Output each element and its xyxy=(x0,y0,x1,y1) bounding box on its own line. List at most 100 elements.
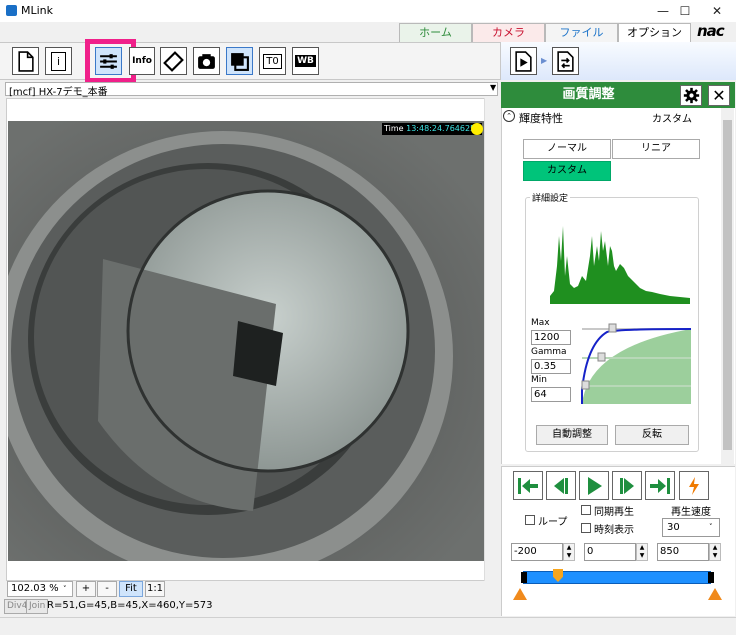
info-text-icon: Info xyxy=(132,56,152,66)
range-end-handle[interactable] xyxy=(708,588,722,600)
tab-home[interactable]: ホーム xyxy=(399,23,472,42)
step-back-button[interactable] xyxy=(546,471,576,500)
step-back-icon xyxy=(554,477,568,494)
info-button[interactable]: i xyxy=(45,47,72,75)
close-icon[interactable]: ✕ xyxy=(700,0,734,22)
max-input[interactable]: 1200 xyxy=(531,330,571,345)
info-icon: i xyxy=(50,51,67,71)
viewer-scrollbar[interactable] xyxy=(484,98,496,581)
tab-camera[interactable]: カメラ xyxy=(472,23,545,42)
app-icon xyxy=(6,5,17,16)
tab-file[interactable]: ファイル xyxy=(545,23,618,42)
speed-value: 30 xyxy=(667,522,680,533)
timeline-end-marker[interactable] xyxy=(708,572,714,583)
mode-custom-button[interactable]: カスタム xyxy=(523,161,611,181)
go-to-end-button[interactable] xyxy=(645,471,675,500)
min-input[interactable]: 64 xyxy=(531,387,571,402)
auto-adjust-button[interactable]: 自動調整 xyxy=(536,425,608,445)
play-button[interactable] xyxy=(579,471,609,500)
skip-start-icon xyxy=(518,477,538,494)
timeline-bar[interactable] xyxy=(523,571,711,584)
skip-end-icon xyxy=(650,477,670,494)
wb-icon: WB xyxy=(295,55,316,67)
section-value: カスタム xyxy=(652,114,692,125)
panel-scrollbar[interactable] xyxy=(721,108,734,464)
document-icon xyxy=(18,50,34,72)
arrow-right-icon: ▶ xyxy=(541,56,548,65)
convert-file-button[interactable] xyxy=(552,47,579,75)
white-balance-button[interactable]: WB xyxy=(292,47,319,75)
histogram xyxy=(550,206,690,304)
tone-curve[interactable] xyxy=(579,322,692,404)
document-tab-label: [mcf] HX-7デモ_本番 xyxy=(9,87,108,98)
mode-linear-button[interactable]: リニア xyxy=(612,139,700,159)
status-indicator-dot xyxy=(471,123,483,135)
close-panel-icon[interactable]: ✕ xyxy=(708,85,730,106)
image-adjust-button[interactable] xyxy=(95,47,122,75)
speed-label: 再生速度 xyxy=(671,507,711,518)
fit-button[interactable]: Fit xyxy=(119,581,143,597)
gamma-input[interactable]: 0.35 xyxy=(531,359,571,374)
histogram-graphic xyxy=(550,226,690,304)
end-frame-stepper[interactable]: ▲ ▼ xyxy=(709,543,721,561)
window-title: MLink xyxy=(21,4,54,17)
rotate-icon xyxy=(163,50,184,72)
speed-select[interactable]: 30 ˅ xyxy=(662,518,720,537)
time-display-checkbox[interactable] xyxy=(581,523,591,533)
camera-icon xyxy=(198,53,215,69)
current-frame-stepper[interactable]: ▲ ▼ xyxy=(636,543,648,561)
t0-icon: T0 xyxy=(263,53,282,69)
timeline-start-marker[interactable] xyxy=(521,572,527,583)
collapse-icon[interactable]: ⌃ xyxy=(503,110,515,122)
overlay-button[interactable] xyxy=(226,47,253,75)
start-frame-stepper[interactable]: ▲ ▼ xyxy=(563,543,575,561)
loop-checkbox[interactable] xyxy=(525,515,535,525)
maximize-icon[interactable]: ☐ xyxy=(668,0,702,22)
sync-checkbox[interactable] xyxy=(581,505,591,515)
zoom-value: 102.03 % xyxy=(11,583,59,594)
zoom-out-button[interactable]: - xyxy=(97,581,117,597)
play-icon xyxy=(588,476,602,495)
rotate-button[interactable] xyxy=(160,47,187,75)
play-document-icon xyxy=(515,50,532,72)
new-file-button[interactable] xyxy=(12,47,39,75)
section-title: 輝度特性 xyxy=(519,112,563,125)
go-to-start-button[interactable] xyxy=(513,471,543,500)
t0-button[interactable]: T0 xyxy=(259,47,286,75)
gear-icon[interactable] xyxy=(680,85,702,106)
panel-header: 画質調整 ✕ xyxy=(501,82,735,108)
current-frame-input[interactable]: 0 xyxy=(584,543,636,561)
end-frame-input[interactable]: 850 xyxy=(657,543,709,561)
document-tab[interactable]: [mcf] HX-7デモ_本番 ▼ xyxy=(5,82,498,98)
invert-button[interactable]: 反転 xyxy=(615,425,689,445)
title-bar: MLink — ☐ ✕ xyxy=(0,0,736,22)
camera-frame-graphic xyxy=(8,121,484,561)
step-forward-button[interactable] xyxy=(612,471,642,500)
join-button[interactable]: Join xyxy=(26,599,49,614)
sliders-icon xyxy=(100,53,117,69)
snapshot-button[interactable] xyxy=(193,47,220,75)
trigger-button[interactable] xyxy=(679,471,709,500)
convert-document-icon xyxy=(557,50,574,72)
zoom-in-button[interactable]: + xyxy=(76,581,96,597)
zoom-select[interactable]: 102.03 % ˅ xyxy=(7,581,73,597)
chevron-down-icon: ˅ xyxy=(63,585,67,593)
tab-options[interactable]: オプション xyxy=(618,23,691,42)
play-file-button[interactable] xyxy=(510,47,537,75)
chevron-down-icon: ˅ xyxy=(709,523,713,531)
overlay-icon xyxy=(231,52,249,71)
info-overlay-button[interactable]: Info xyxy=(129,47,155,75)
time-label: Time xyxy=(384,124,404,133)
dropdown-icon[interactable]: ▼ xyxy=(490,83,496,92)
loop-label: ループ xyxy=(538,517,568,528)
mode-normal-button[interactable]: ノーマル xyxy=(523,139,611,159)
range-start-handle[interactable] xyxy=(513,588,527,600)
panel-title: 画質調整 xyxy=(562,87,615,102)
step-forward-icon xyxy=(620,477,634,494)
max-label: Max xyxy=(531,318,550,328)
start-frame-input[interactable]: -200 xyxy=(511,543,563,561)
time-value: 13:48:24.7646251 xyxy=(406,124,481,133)
one-to-one-button[interactable]: 1:1 xyxy=(145,581,165,597)
camera-image[interactable] xyxy=(8,121,484,561)
timestamp-overlay: Time 13:48:24.7646251 xyxy=(382,123,483,135)
